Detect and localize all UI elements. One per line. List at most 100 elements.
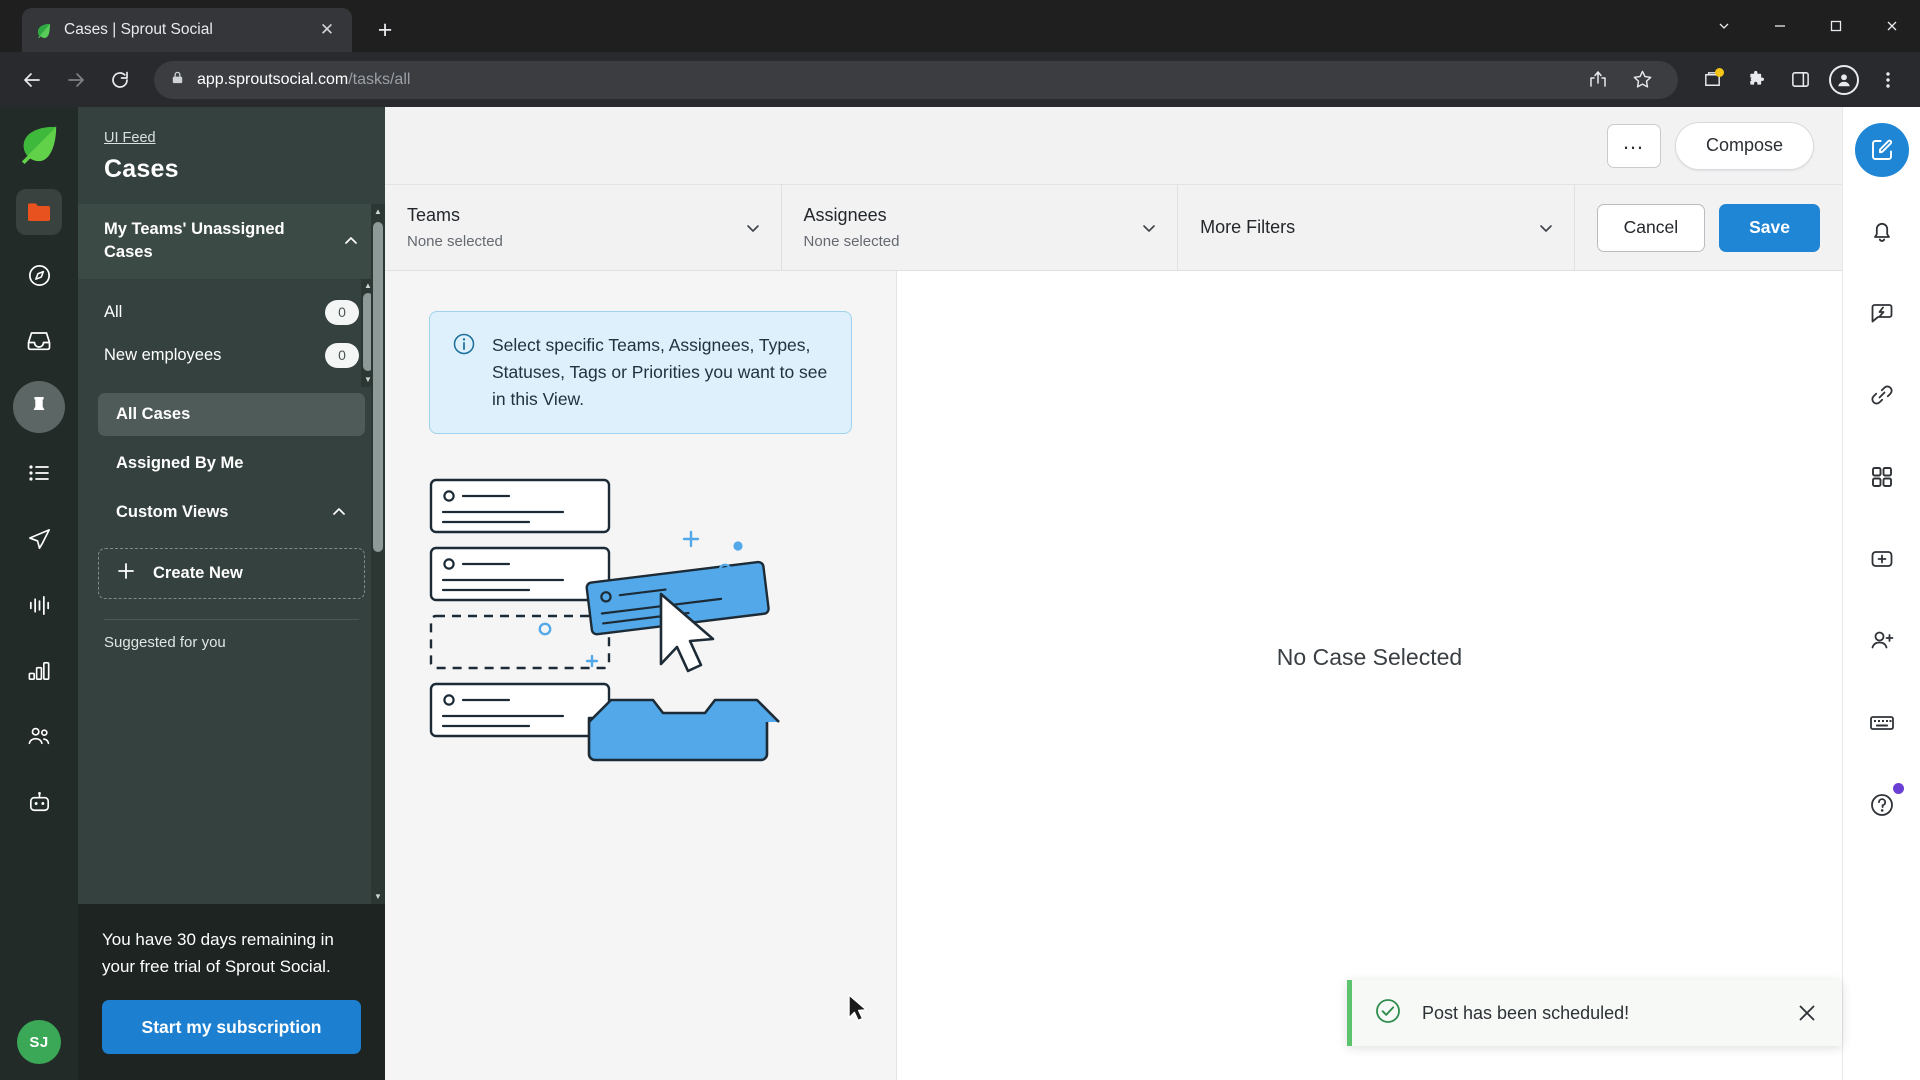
sprout-leaf-logo[interactable] bbox=[16, 121, 62, 167]
filter-label: Teams bbox=[407, 205, 461, 225]
nav-header: UI Feed Cases bbox=[78, 107, 385, 204]
info-banner: Select specific Teams, Assignees, Types,… bbox=[429, 311, 852, 435]
nav-scrollbar[interactable]: ▲ ▼ bbox=[371, 204, 385, 904]
filter-assignees[interactable]: Assignees None selected bbox=[782, 185, 1179, 270]
window-maximize-button[interactable] bbox=[1808, 0, 1864, 52]
forward-arrow-icon[interactable] bbox=[56, 60, 96, 100]
back-arrow-icon[interactable] bbox=[12, 60, 52, 100]
reload-icon[interactable] bbox=[100, 60, 140, 100]
extensions-update-icon[interactable] bbox=[1692, 60, 1732, 100]
sidebar-item-inbox[interactable] bbox=[13, 315, 65, 367]
check-circle-icon bbox=[1374, 997, 1402, 1030]
section-label: My Teams' Unassigned Cases bbox=[104, 220, 285, 262]
mouse-cursor bbox=[847, 994, 869, 1022]
count-badge: 0 bbox=[325, 299, 359, 325]
toast-message: Post has been scheduled! bbox=[1422, 1002, 1630, 1023]
sub-item-label: All bbox=[104, 302, 123, 321]
link-icon[interactable] bbox=[1854, 367, 1910, 423]
count-badge: 0 bbox=[325, 342, 359, 368]
chevron-down-icon[interactable] bbox=[745, 220, 761, 236]
close-icon[interactable] bbox=[1794, 1000, 1820, 1026]
filter-label: More Filters bbox=[1200, 217, 1296, 237]
sidebar-item-custom-views[interactable]: Custom Views bbox=[98, 491, 365, 534]
start-subscription-button[interactable]: Start my subscription bbox=[102, 1000, 361, 1054]
trial-banner: You have 30 days remaining in your free … bbox=[78, 903, 385, 1080]
share-icon[interactable] bbox=[1578, 60, 1618, 100]
sidebar-item-assigned-by-me[interactable]: Assigned By Me bbox=[98, 442, 365, 485]
keyboard-icon[interactable] bbox=[1854, 695, 1910, 751]
section-my-teams-unassigned[interactable]: My Teams' Unassigned Cases bbox=[78, 204, 385, 279]
list-item[interactable]: New employees 0 bbox=[78, 334, 385, 377]
more-options-button[interactable]: … bbox=[1606, 123, 1661, 168]
browser-toolbar: app.sproutsocial.com/tasks/all bbox=[0, 52, 1920, 107]
question-circle-icon[interactable] bbox=[1854, 777, 1910, 833]
filter-more-filters[interactable]: More Filters bbox=[1178, 185, 1575, 270]
create-new-button[interactable]: Create New bbox=[98, 547, 365, 599]
sidebar-item-contacts[interactable] bbox=[13, 711, 65, 763]
window-minimize-button[interactable] bbox=[1696, 0, 1752, 52]
chevron-down-icon[interactable] bbox=[1141, 220, 1157, 236]
breadcrumb[interactable]: UI Feed bbox=[104, 130, 156, 146]
close-icon[interactable]: ✕ bbox=[314, 17, 340, 43]
avatar[interactable]: SJ bbox=[17, 1020, 61, 1064]
filter-teams[interactable]: Teams None selected bbox=[385, 185, 782, 270]
chevron-up-icon[interactable] bbox=[331, 504, 347, 520]
main-toolbar: … Compose bbox=[385, 107, 1842, 185]
app-rail: SJ bbox=[0, 107, 78, 1080]
omnibox-actions bbox=[1578, 60, 1662, 100]
compose-pencil-icon[interactable] bbox=[1854, 123, 1909, 177]
filter-actions: Cancel Save bbox=[1575, 185, 1842, 270]
empty-state-text: No Case Selected bbox=[1276, 644, 1463, 670]
chevron-down-icon[interactable] bbox=[1538, 220, 1554, 236]
scrollbar-thumb[interactable] bbox=[373, 222, 383, 552]
sidebar-item-listening[interactable] bbox=[13, 579, 65, 631]
new-tab-button[interactable]: + bbox=[366, 11, 404, 49]
lock-icon bbox=[170, 70, 185, 90]
compose-button[interactable]: Compose bbox=[1674, 121, 1814, 170]
suggested-label: Suggested for you bbox=[104, 633, 226, 651]
list-item[interactable]: All 0 bbox=[78, 291, 385, 334]
scrollbar-track[interactable] bbox=[371, 218, 385, 890]
extensions-puzzle-icon[interactable] bbox=[1736, 60, 1776, 100]
lightning-message-icon[interactable] bbox=[1854, 285, 1910, 341]
cancel-button[interactable]: Cancel bbox=[1596, 203, 1706, 252]
address-bar[interactable]: app.sproutsocial.com/tasks/all bbox=[154, 60, 1678, 100]
create-new-label: Create New bbox=[153, 563, 243, 582]
window-controls bbox=[1696, 0, 1920, 52]
sidebar-item-publishing[interactable] bbox=[13, 513, 65, 565]
sidebar-item-folder[interactable] bbox=[16, 189, 62, 235]
window-shrink-button[interactable] bbox=[1752, 0, 1808, 52]
sub-item-label: New employees bbox=[104, 345, 222, 364]
browser-tab[interactable]: Cases | Sprout Social ✕ bbox=[22, 8, 352, 52]
sidebar-item-all-cases[interactable]: All Cases bbox=[98, 392, 365, 436]
chrome-menu-icon[interactable] bbox=[1868, 60, 1908, 100]
filter-bar: Teams None selected Assignees None selec… bbox=[385, 185, 1842, 271]
right-icon-rail bbox=[1842, 107, 1920, 1080]
section-sub-list: All 0 New employees 0 ▲ ▼ bbox=[78, 278, 385, 387]
grid-icon[interactable] bbox=[1854, 449, 1910, 505]
scroll-up-arrow[interactable]: ▲ bbox=[371, 204, 385, 218]
bookmark-star-icon[interactable] bbox=[1622, 60, 1662, 100]
case-detail-pane: No Case Selected Post has been scheduled… bbox=[897, 271, 1842, 1080]
scroll-down-arrow[interactable]: ▼ bbox=[371, 890, 385, 904]
sidebar-item-compass[interactable] bbox=[13, 249, 65, 301]
sidebar-item-reports[interactable] bbox=[13, 645, 65, 697]
page-title: Cases bbox=[104, 155, 179, 183]
sprout-leaf-icon bbox=[34, 20, 54, 40]
info-banner-text: Select specific Teams, Assignees, Types,… bbox=[492, 335, 828, 410]
cases-nav-panel: UI Feed Cases My Teams' Unassigned Cases… bbox=[78, 107, 385, 1080]
sidebar-item-pinned[interactable] bbox=[13, 381, 65, 433]
profile-icon[interactable] bbox=[1824, 60, 1864, 100]
sidebar-item-bot[interactable] bbox=[13, 777, 65, 829]
bell-icon[interactable] bbox=[1854, 203, 1910, 259]
plus-box-icon[interactable] bbox=[1854, 531, 1910, 587]
browser-window: Cases | Sprout Social ✕ + app.sproutsoci… bbox=[0, 0, 1920, 1080]
save-button[interactable]: Save bbox=[1719, 203, 1820, 252]
side-panel-icon[interactable] bbox=[1780, 60, 1820, 100]
chevron-up-icon[interactable] bbox=[343, 233, 359, 249]
window-close-button[interactable] bbox=[1864, 0, 1920, 52]
tab-strip: Cases | Sprout Social ✕ + bbox=[0, 0, 1920, 52]
sidebar-item-list[interactable] bbox=[13, 447, 65, 499]
nav-scroll-region: My Teams' Unassigned Cases All 0 New emp… bbox=[78, 204, 385, 904]
person-add-icon[interactable] bbox=[1854, 613, 1910, 669]
